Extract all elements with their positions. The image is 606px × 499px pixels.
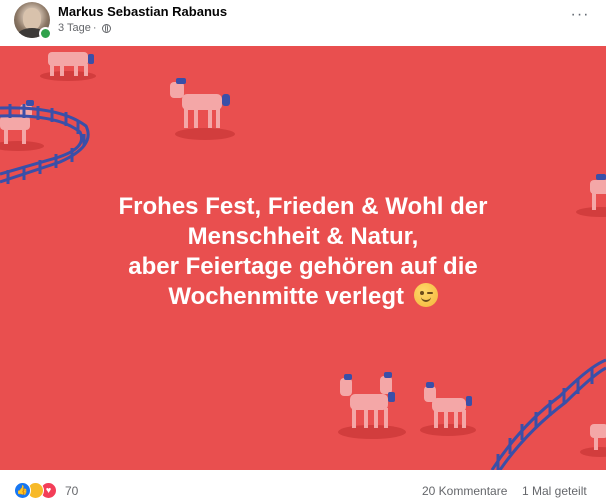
wink-emoji-icon [413,283,438,307]
post-text-line-3: aber Feiertage gehören auf die [128,253,478,280]
post-time[interactable]: 3 Tage [58,22,91,34]
post-text-line-2: Menschheit & Natur, [187,223,419,250]
shares-count-link[interactable]: 1 Mal geteilt [522,484,587,498]
unicorn-right [590,180,606,210]
online-status-dot [39,27,52,40]
unicorn-center-top [170,82,222,128]
post-header: Markus Sebastian Rabanus 3 Tage · ··· [0,0,606,46]
post-text-line-1: Frohes Fest, Frieden & Wohl der [118,193,488,220]
like-icon: 👍 [14,482,31,499]
post-meta: 3 Tage · [58,22,111,34]
reaction-count: 70 [65,483,79,498]
post-text-line-4-text: Wochenmitte verlegt [168,283,404,310]
avatar-face [23,8,41,30]
post-image-text: Frohes Fest, Frieden & Wohl der Menschhe… [60,192,546,312]
reactions-summary[interactable]: 👍 ♥ 70 [14,482,78,499]
post-text-line-4: Wochenmitte verlegt [60,282,546,312]
globe-icon [101,23,111,33]
post-image[interactable]: Frohes Fest, Frieden & Wohl der Menschhe… [0,46,606,470]
author-name[interactable]: Markus Sebastian Rabanus [58,4,227,19]
unicorn-bottom-right [590,424,606,450]
post-footer: 👍 ♥ 70 20 Kommentare 1 Mal geteilt [0,470,606,499]
meta-separator: · [92,22,97,34]
unicorn-left [0,104,32,144]
more-options-button[interactable]: ··· [566,2,594,30]
unicorn-bottom-center [340,376,392,428]
comments-count-link[interactable]: 20 Kommentare [422,484,507,498]
unicorn-bottom-mid [424,386,466,428]
